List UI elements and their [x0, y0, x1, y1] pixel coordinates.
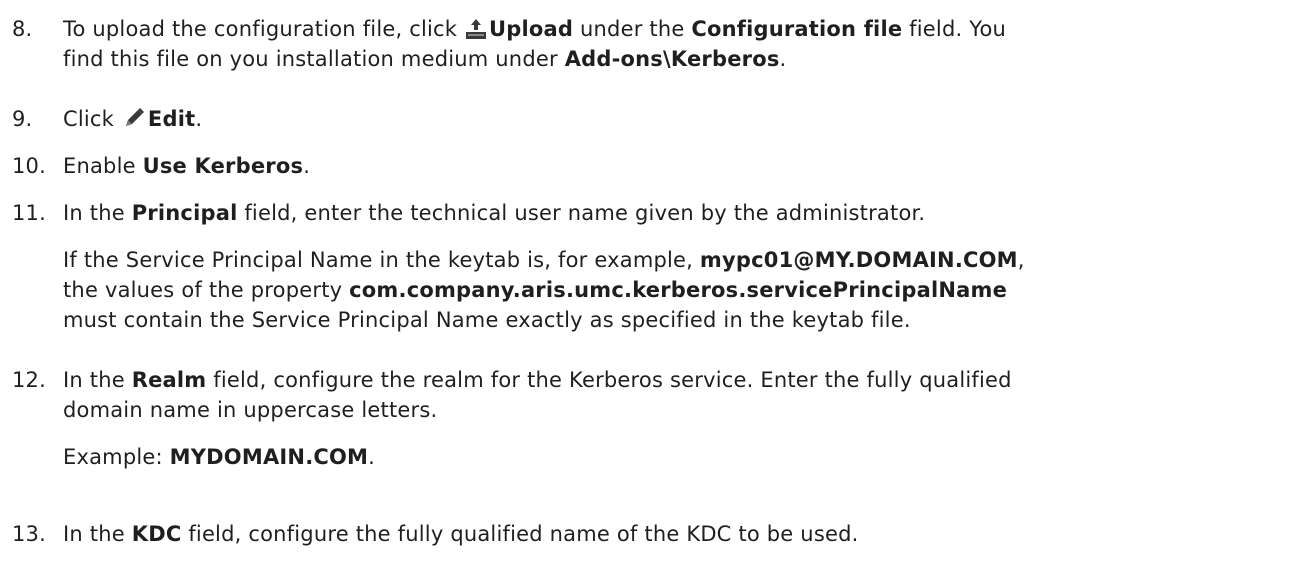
step-text: In the KDC field, configure the fully qu…: [63, 519, 1278, 549]
text-line: To upload the configuration file, click …: [63, 14, 1278, 44]
step-text: In the Principal field, enter the techni…: [63, 198, 1278, 335]
upload-label: Upload: [489, 17, 574, 41]
text-line: the values of the property com.company.a…: [63, 278, 1008, 302]
step-number: 11.: [12, 201, 46, 225]
property-name: com.company.aris.umc.kerberos.servicePri…: [349, 278, 1008, 302]
text-line: domain name in uppercase letters.: [63, 398, 438, 422]
text-line: If the Service Principal Name in the key…: [63, 248, 1025, 272]
step-text: In the Realm field, configure the realm …: [63, 365, 1278, 472]
text-line: Enable Use Kerberos.: [63, 154, 311, 178]
field-name: Realm: [131, 368, 207, 392]
upload-icon: [466, 17, 487, 47]
step-number: 10.: [12, 154, 46, 178]
text-line: Click Edit.: [63, 104, 1278, 134]
field-name: Configuration file: [691, 17, 903, 41]
option-name: Use Kerberos: [142, 154, 304, 178]
step-text: Enable Use Kerberos.: [63, 151, 1278, 181]
step-number: 8.: [12, 17, 33, 41]
principal-example: mypc01@MY.DOMAIN.COM: [699, 248, 1018, 272]
step-number: 9.: [12, 107, 33, 131]
edit-label: Edit: [147, 107, 196, 131]
edit-pencil-icon: [123, 107, 145, 137]
path-name: Add-ons\Kerberos: [564, 47, 780, 71]
text-line: Example: MYDOMAIN.COM.: [63, 445, 376, 469]
text-line: In the Principal field, enter the techni…: [63, 201, 926, 225]
text-line: must contain the Service Principal Name …: [63, 308, 911, 332]
document-page: 8. To upload the configuration file, cli…: [0, 0, 1290, 564]
step-text: Click Edit.: [63, 104, 1278, 134]
step-number: 13.: [12, 522, 46, 546]
text-line: find this file on you installation mediu…: [63, 47, 787, 71]
field-name: Principal: [131, 201, 238, 225]
text-line: In the Realm field, configure the realm …: [63, 368, 1012, 392]
step-number: 12.: [12, 368, 46, 392]
realm-example: MYDOMAIN.COM: [169, 445, 369, 469]
field-name: KDC: [131, 522, 182, 546]
step-text: To upload the configuration file, click …: [63, 14, 1278, 74]
text-line: In the KDC field, configure the fully qu…: [63, 522, 859, 546]
